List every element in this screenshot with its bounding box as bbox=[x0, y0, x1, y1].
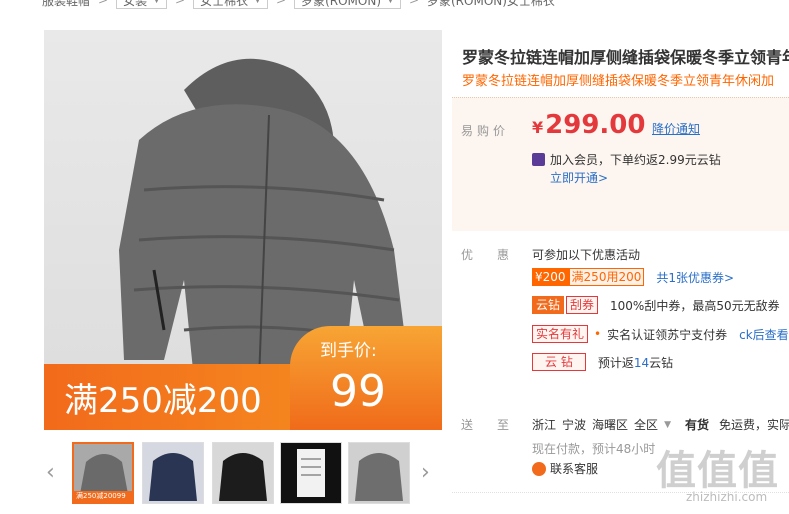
promotions-heading: 可参加以下优惠活动 bbox=[532, 248, 641, 262]
yunzuan-tag-2: 云 钻 bbox=[532, 353, 586, 371]
jacket-thumb-image bbox=[355, 453, 403, 501]
location-selector[interactable]: 浙江 宁波 海曙区 全区 bbox=[532, 416, 664, 433]
chevron-down-icon: ▼ bbox=[254, 0, 262, 5]
member-text: 加入会员，下单约返2.99元云钻 bbox=[550, 153, 721, 167]
realname-tag: 实名有礼 bbox=[532, 325, 589, 343]
main-product-image[interactable]: 满250减200 到手价: 99 bbox=[44, 30, 442, 430]
breadcrumb-dropdown-brand[interactable]: 罗蒙(ROMON) ▼ bbox=[294, 0, 401, 9]
final-price-badge: 到手价: 99 bbox=[290, 326, 442, 430]
tag-thumb-image bbox=[297, 449, 325, 497]
province: 浙江 bbox=[532, 418, 557, 432]
promotions-label: 优惠 bbox=[461, 248, 534, 262]
thumbnail-promo-text: 满250减200 bbox=[76, 492, 117, 500]
divider bbox=[452, 492, 789, 493]
join-member-link[interactable]: 立即开通> bbox=[550, 169, 608, 186]
breadcrumb-dropdown-label: 女装 bbox=[123, 0, 148, 8]
district: 海曙区 bbox=[592, 418, 629, 432]
breadcrumb-separator: > bbox=[98, 0, 109, 7]
headset-icon bbox=[532, 461, 546, 476]
promo-row-yunzuan: 云 钻 预计返14云钻 bbox=[532, 353, 673, 371]
price-label: 易购价 bbox=[461, 124, 510, 138]
delivery-estimate: 现在付款，预计48小时 bbox=[532, 442, 656, 456]
price-value: 299.00 bbox=[545, 110, 646, 140]
bullet-icon: • bbox=[594, 327, 602, 341]
currency-symbol: ¥ bbox=[532, 118, 544, 137]
watermark-logo: 值值值 bbox=[656, 448, 779, 494]
breadcrumb-dropdown-women[interactable]: 女装 ▼ bbox=[116, 0, 168, 9]
chevron-down-icon[interactable]: ▼ bbox=[664, 420, 671, 430]
yunzuan-count: 14 bbox=[633, 355, 650, 370]
thumbnail-grey-jacket-2[interactable] bbox=[348, 442, 410, 504]
coupon-amount[interactable]: ¥200 bbox=[532, 268, 569, 286]
realname-text: 实名认证领苏宁支付券 bbox=[607, 327, 728, 342]
chevron-right-icon[interactable]: › bbox=[421, 460, 430, 485]
yunzuan-post: 云钻 bbox=[649, 355, 674, 370]
breadcrumb-current: 罗蒙(ROMON)女士棉衣 bbox=[427, 0, 555, 8]
shipping-label: 送至 bbox=[461, 418, 534, 432]
breadcrumb-dropdown-label: 罗蒙(ROMON) bbox=[301, 0, 382, 8]
promo-row-realname: 实名有礼 • 实名认证领苏宁支付券 ck后查看 bbox=[532, 325, 789, 343]
coupon-list-link[interactable]: 共1张优惠券> bbox=[656, 269, 734, 286]
scratch-tag[interactable]: 刮券 bbox=[566, 296, 599, 314]
coupon-row: ¥200 满250用200 共1张优惠券> bbox=[532, 268, 734, 286]
realname-link[interactable]: ck后查看 bbox=[739, 326, 789, 343]
shipping-row: 浙江 宁波 海曙区 全区 ▼ 有货 免运费，实际 bbox=[532, 416, 789, 433]
member-icon bbox=[532, 153, 545, 166]
promo-row-scratch: 云钻 刮券 100%刮中券，最高50元无敌券 bbox=[532, 296, 780, 314]
breadcrumb-dropdown-label: 女士棉衣 bbox=[200, 0, 249, 8]
thumbnail-promo-price: 99 bbox=[116, 492, 126, 500]
breadcrumb-category[interactable]: 服装鞋帽 bbox=[42, 0, 90, 9]
scratch-text: 100%刮中券，最高50元无敌券 bbox=[610, 298, 780, 313]
contact-service[interactable]: 联系客服 bbox=[532, 460, 598, 477]
chevron-down-icon: ▼ bbox=[387, 0, 394, 5]
jacket-thumb-image bbox=[219, 453, 267, 501]
final-price-label: 到手价: bbox=[320, 341, 377, 361]
chevron-down-icon: ▼ bbox=[153, 0, 161, 5]
thumbnail-grey-jacket[interactable]: 满250减200 99 bbox=[72, 442, 134, 504]
price-panel: 易购价 ¥299.00 降价通知 加入会员，下单约返2.99元云钻 立即开通> bbox=[452, 97, 789, 231]
thumbnail-black-jacket[interactable] bbox=[212, 442, 274, 504]
thumbnail-navy-jacket[interactable] bbox=[142, 442, 204, 504]
yunzuan-tag: 云钻 bbox=[532, 296, 565, 314]
breadcrumb-separator: > bbox=[175, 0, 186, 7]
coupon-condition[interactable]: 满250用200 bbox=[568, 268, 645, 286]
price-drop-alert-link[interactable]: 降价通知 bbox=[652, 120, 700, 137]
breadcrumb-dropdown-coat[interactable]: 女士棉衣 ▼ bbox=[193, 0, 269, 9]
chevron-left-icon[interactable]: ‹ bbox=[46, 460, 55, 485]
product-title: 罗蒙冬拉链连帽加厚侧缝插袋保暖冬季立领青年 bbox=[462, 48, 789, 67]
final-price-value: 99 bbox=[330, 366, 386, 417]
yunzuan-text: 预计返14云钻 bbox=[598, 354, 673, 371]
jacket-thumb-image bbox=[149, 453, 197, 501]
thumbnail-strip: ‹ 满250减200 99 › bbox=[44, 440, 442, 504]
city: 宁波 bbox=[562, 418, 587, 432]
range: 全区 bbox=[634, 418, 659, 432]
breadcrumb-separator: > bbox=[408, 0, 419, 7]
product-subtitle: 罗蒙冬拉链连帽加厚侧缝插袋保暖冬季立领青年休闲加 bbox=[462, 74, 775, 89]
breadcrumb: 服装鞋帽 > 女装 ▼ > 女士棉衣 ▼ > 罗蒙(ROMON) ▼ > 罗蒙(… bbox=[0, 0, 555, 9]
thumbnail-promo-tag: 满250减200 99 bbox=[74, 491, 132, 502]
shipping-fee: 免运费，实际 bbox=[719, 418, 789, 432]
thumbnail-label-tag[interactable] bbox=[280, 442, 342, 504]
stock-status: 有货 bbox=[684, 418, 709, 432]
breadcrumb-separator: > bbox=[276, 0, 287, 7]
yunzuan-pre: 预计返 bbox=[597, 355, 634, 370]
price: ¥299.00 bbox=[532, 110, 645, 140]
contact-service-label: 联系客服 bbox=[550, 462, 599, 476]
